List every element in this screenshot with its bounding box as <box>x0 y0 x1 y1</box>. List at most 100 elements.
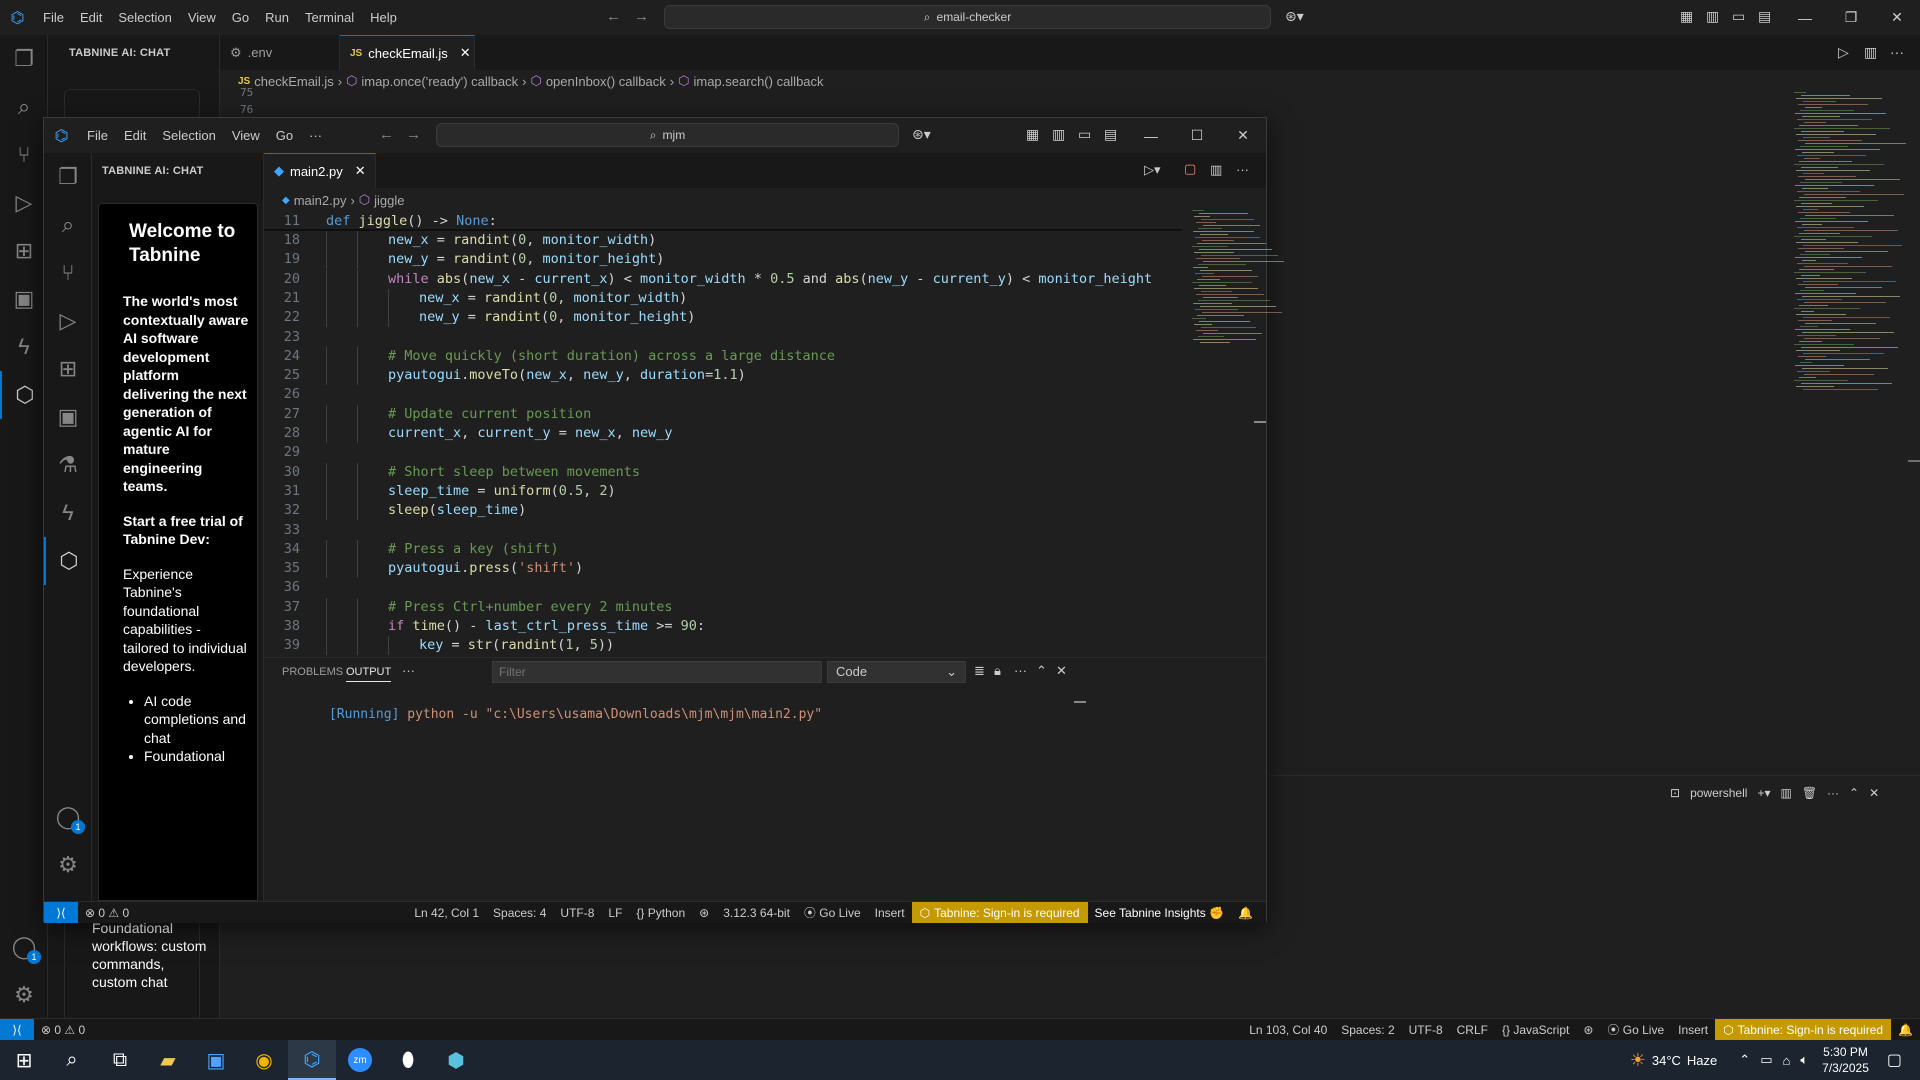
code-line[interactable]: 34 # Press a key (shift) <box>264 539 1182 559</box>
chrome-icon[interactable]: ◉ <box>240 1040 288 1080</box>
maximize-icon[interactable]: ☐ <box>1174 118 1220 153</box>
problems-indicator[interactable]: ⊗ 0 ⚠ 0 <box>78 906 136 920</box>
back-nav-forward-icon[interactable]: → <box>634 8 649 25</box>
problems-indicator[interactable]: ⊗ 0 ⚠ 0 <box>34 1023 92 1037</box>
copilot-icon[interactable]: ⊛▾ <box>912 126 931 143</box>
menu-go[interactable]: Go <box>224 10 257 25</box>
toggle-panel-icon[interactable]: ▭ <box>1732 8 1745 25</box>
remote-icon[interactable]: ⟩⟨ <box>0 1019 34 1040</box>
tabnine-icon[interactable]: ⬡ <box>44 537 92 585</box>
split-terminal-icon[interactable]: ▥ <box>1780 786 1791 800</box>
tabnine-status[interactable]: ⬡ Tabnine: Sign-in is required <box>911 902 1088 923</box>
indentation[interactable]: Spaces: 4 <box>486 906 553 920</box>
store-icon[interactable]: ▣ <box>192 1040 240 1080</box>
menu-view[interactable]: View <box>224 128 268 143</box>
extensions-icon[interactable]: ⊞ <box>44 345 92 393</box>
clock[interactable]: 5:30 PM 7/3/2025 <box>1822 1044 1869 1076</box>
vscode-taskbar-icon[interactable]: ⌬ <box>288 1040 336 1080</box>
end-of-line[interactable]: CRLF <box>1450 1023 1495 1037</box>
search-icon[interactable]: ⌕ <box>0 83 48 131</box>
layout-customize-icon[interactable]: ▦ <box>1680 8 1693 25</box>
weather-temp[interactable]: 34°C <box>1652 1053 1681 1068</box>
back-minimap[interactable] <box>1794 92 1906 402</box>
explorer-icon[interactable]: ❐ <box>44 153 92 201</box>
tab-main2[interactable]: ◆ main2.py ✕ <box>264 153 376 188</box>
output-channel-select[interactable]: Code ⌄ <box>827 661 966 683</box>
panel-tab-problems[interactable]: PROBLEMS <box>282 666 343 678</box>
editor-mode[interactable]: Insert <box>868 906 912 920</box>
code-line[interactable]: 27 # Update current position <box>264 404 1182 424</box>
battery-icon[interactable]: ▭ <box>1760 1052 1772 1068</box>
panel-actions-more-icon[interactable]: ··· <box>1014 663 1027 678</box>
code-line[interactable]: 31 sleep_time = uniform(0.5, 2) <box>264 481 1182 501</box>
code-line[interactable]: 20 while abs(new_x - current_x) < monitor… <box>264 269 1182 289</box>
tabnine-icon[interactable]: ⬡ <box>0 371 48 419</box>
cursor-position[interactable]: Ln 42, Col 1 <box>407 906 486 920</box>
code-line[interactable]: 24 # Move quickly (short duration) across… <box>264 346 1182 366</box>
close-panel-icon[interactable]: ✕ <box>1056 663 1067 679</box>
go-live[interactable]: ⦿ Go Live <box>797 904 868 921</box>
language-mode[interactable]: {} JavaScript <box>1495 1023 1576 1037</box>
app-hex-icon[interactable]: ⬢ <box>432 1040 480 1080</box>
remote-explorer-icon[interactable]: ▣ <box>44 393 92 441</box>
code-line[interactable]: 39 key = str(randint(1, 5)) <box>264 636 1182 656</box>
add-terminal-icon[interactable]: +▾ <box>1757 786 1770 800</box>
menu-more-icon[interactable]: ··· <box>301 128 330 143</box>
toggle-sidebar-icon[interactable]: ▥ <box>1706 8 1719 25</box>
windows-start-icon[interactable]: ⊞ <box>0 1040 48 1080</box>
notification-center-icon[interactable]: ▢ <box>1887 1050 1902 1070</box>
tab-checkemail[interactable]: JS checkEmail.js ✕ <box>340 35 475 70</box>
nav-forward-icon[interactable]: → <box>406 126 421 143</box>
more-icon[interactable]: ··· <box>1827 786 1839 800</box>
code-line[interactable]: 30 # Short sleep between movements <box>264 462 1182 482</box>
trash-icon[interactable]: 🗑 <box>1802 786 1817 800</box>
search-icon[interactable]: ⌕ <box>48 1040 96 1080</box>
toggle-panel-icon[interactable]: ▭ <box>1078 126 1091 143</box>
network-icon[interactable]: ⌂ <box>1782 1053 1790 1068</box>
testing-flask-icon[interactable]: ⚗ <box>44 441 92 489</box>
back-restore-icon[interactable]: ❐ <box>1828 0 1874 35</box>
code-editor[interactable]: 11 def jiggle() -> None: 18 new_x = randint… <box>264 211 1182 657</box>
tabnine-insights[interactable]: See Tabnine Insights ✊ <box>1088 906 1232 920</box>
front-command-center[interactable]: ⌕ mjm <box>436 123 899 147</box>
back-more-icon[interactable]: ··· <box>1890 44 1904 60</box>
front-minimap[interactable] <box>1192 210 1284 350</box>
back-command-center[interactable]: ⌕ email-checker <box>664 5 1271 29</box>
menu-run[interactable]: Run <box>257 10 297 25</box>
code-line[interactable]: 19 new_y = randint(0, monitor_height) <box>264 250 1182 270</box>
volume-icon[interactable]: 🔈︎ <box>1800 1052 1808 1068</box>
maximize-panel-icon[interactable]: ⌃ <box>1036 663 1047 679</box>
code-line[interactable]: 33 <box>264 521 1182 540</box>
menu-edit[interactable]: Edit <box>116 128 154 143</box>
copilot-status-icon[interactable]: ⊛ <box>692 906 716 920</box>
settings-gear-icon[interactable]: ⚙ <box>44 841 92 889</box>
clear-output-icon[interactable]: ≣ <box>974 663 985 679</box>
accounts-icon[interactable]: ◯ <box>44 793 92 841</box>
maximize-panel-icon[interactable]: ⌃ <box>1849 786 1859 800</box>
toggle-secondary-icon[interactable]: ▤ <box>1758 8 1771 25</box>
tray-chevron-icon[interactable]: ⌃ <box>1739 1052 1750 1068</box>
code-line[interactable]: 22 new_y = randint(0, monitor_height) <box>264 308 1182 328</box>
source-control-icon[interactable]: ⑂ <box>44 249 92 297</box>
code-line[interactable]: 28 current_x, current_y = new_x, new_y <box>264 424 1182 443</box>
code-line[interactable]: 32 sleep(sleep_time) <box>264 501 1182 521</box>
menu-file[interactable]: File <box>35 10 72 25</box>
back-split-icon[interactable]: ▥ <box>1864 44 1877 61</box>
nav-back-icon[interactable]: ← <box>379 126 394 143</box>
breadcrumb-item[interactable]: openInbox() callback <box>546 74 666 89</box>
back-close-icon[interactable]: ✕ <box>1874 0 1920 35</box>
encoding[interactable]: UTF-8 <box>553 906 601 920</box>
code-line[interactable]: 25 pyautogui.moveTo(new_x, new_y, duratio… <box>264 366 1182 386</box>
notifications-bell-icon[interactable]: 🔔 <box>1231 906 1260 920</box>
breadcrumb-item[interactable]: imap.once('ready') callback <box>361 74 518 89</box>
tab-env[interactable]: ⚙ .env <box>220 35 340 70</box>
close-icon[interactable]: ✕ <box>460 45 471 61</box>
layout-customize-icon[interactable]: ▦ <box>1026 126 1039 143</box>
code-line[interactable]: 37 # Press Ctrl+number every 2 minutes <box>264 597 1182 617</box>
close-icon[interactable]: ✕ <box>355 163 366 179</box>
python-interpreter[interactable]: 3.12.3 64-bit <box>716 906 797 920</box>
remote-explorer-icon[interactable]: ▣ <box>0 275 48 323</box>
explorer-icon[interactable]: ❐ <box>0 35 48 83</box>
copilot-status-icon[interactable]: ⊛ <box>1576 1023 1600 1037</box>
menu-view[interactable]: View <box>180 10 224 25</box>
